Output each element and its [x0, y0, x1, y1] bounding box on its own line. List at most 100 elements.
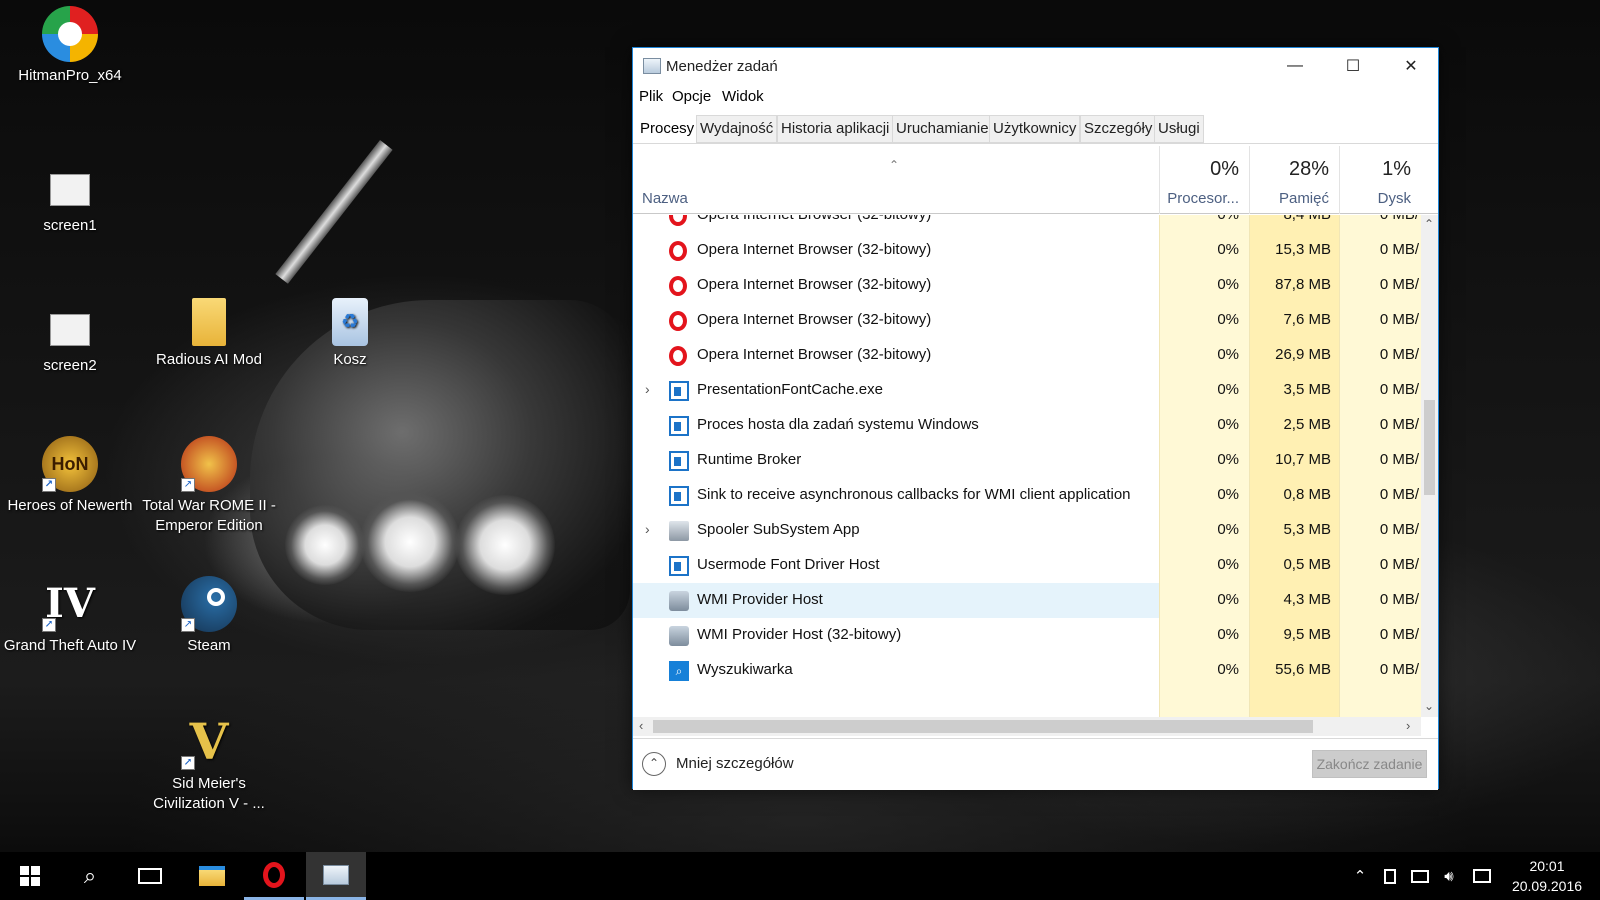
- column-disk-header[interactable]: 1% Dysk: [1339, 146, 1421, 214]
- disk-column-label: Dysk: [1377, 190, 1411, 207]
- less-details-link[interactable]: Mniej szczegółów: [676, 755, 794, 772]
- show-hidden-icons-button[interactable]: ⌃: [1348, 852, 1372, 900]
- desktop-icon-label: Heroes of Newerth: [7, 497, 133, 514]
- desktop-icon-hitmanpro[interactable]: HitmanPro_x64: [2, 6, 138, 86]
- process-row[interactable]: Usermode Font Driver Host 0% 0,5 MB 0 MB/: [633, 548, 1421, 583]
- process-name: Opera Internet Browser (32-bitowy): [697, 311, 932, 328]
- scroll-up-arrow-icon[interactable]: ⌃: [1424, 217, 1434, 231]
- column-name-header[interactable]: Nazwa: [642, 190, 688, 207]
- printer-icon: [669, 521, 689, 541]
- task-manager-taskbar-button[interactable]: [306, 852, 366, 900]
- process-row[interactable]: Proces hosta dla zadań systemu Windows 0%…: [633, 408, 1421, 443]
- process-row[interactable]: Opera Internet Browser (32-bitowy) 0% 87,8…: [633, 268, 1421, 303]
- desktop-icon-kosz[interactable]: ♻ Kosz: [282, 296, 418, 370]
- process-row[interactable]: WMI Provider Host 0% 4,3 MB 0 MB/: [633, 583, 1421, 618]
- process-row[interactable]: ⌕ Wyszukiwarka 0% 55,6 MB 0 MB/: [633, 653, 1421, 688]
- vertical-scrollbar[interactable]: ⌃ ⌄: [1421, 215, 1438, 717]
- tablet-mode-tray-button[interactable]: [1378, 852, 1402, 900]
- clock-date: 20.09.2016: [1511, 878, 1583, 894]
- collapse-chevron-icon[interactable]: ⌃: [642, 752, 666, 776]
- process-row[interactable]: Opera Internet Browser (32-bitowy) 0% 15,3…: [633, 233, 1421, 268]
- recycle-bin-icon: ♻: [332, 298, 368, 346]
- desktop-icon-heroes-of-newerth[interactable]: HoN ↗ Heroes of Newerth: [2, 436, 138, 516]
- column-cpu-header[interactable]: 0% Procesor...: [1159, 146, 1249, 214]
- process-memory-value: 26,9 MB: [1275, 346, 1331, 363]
- action-center-button[interactable]: [1468, 852, 1496, 900]
- horizontal-scroll-thumb[interactable]: [653, 720, 1313, 733]
- footer-bar: ⌃ Mniej szczegółów Zakończ zadanie: [633, 738, 1438, 790]
- process-row[interactable]: WMI Provider Host (32-bitowy) 0% 9,5 MB 0 M…: [633, 618, 1421, 653]
- process-row[interactable]: Runtime Broker 0% 10,7 MB 0 MB/: [633, 443, 1421, 478]
- process-name: Opera Internet Browser (32-bitowy): [697, 346, 932, 363]
- minimize-button[interactable]: —: [1266, 48, 1324, 84]
- desktop-icon-steam[interactable]: ↗ Steam: [141, 576, 277, 656]
- start-button[interactable]: [0, 852, 60, 900]
- process-row[interactable]: Opera Internet Browser (32-bitowy) 0% 26,9…: [633, 338, 1421, 373]
- tab-uslugi[interactable]: Usługi: [1154, 115, 1204, 143]
- process-cpu-value: 0%: [1217, 276, 1239, 293]
- process-disk-value: 0 MB/: [1379, 451, 1419, 468]
- horizontal-scrollbar[interactable]: ‹ ›: [633, 717, 1421, 736]
- scroll-left-arrow-icon[interactable]: ‹: [639, 718, 643, 733]
- task-manager-icon: [323, 864, 349, 885]
- menu-widok[interactable]: Widok: [722, 88, 764, 105]
- end-task-button[interactable]: Zakończ zadanie: [1312, 750, 1427, 778]
- menu-plik[interactable]: Plik: [639, 88, 663, 105]
- task-manager-window: Menedżer zadań — ☐ ✕ Plik Opcje Widok Pr…: [632, 47, 1439, 790]
- desktop-icon-label: Kosz: [333, 351, 367, 368]
- process-cpu-value: 0%: [1217, 381, 1239, 398]
- menu-opcje[interactable]: Opcje: [672, 88, 711, 105]
- network-tray-button[interactable]: [1406, 852, 1434, 900]
- opera-icon: [669, 215, 687, 226]
- tab-uzytkownicy[interactable]: Użytkownicy: [989, 115, 1081, 143]
- process-memory-value: 0,8 MB: [1283, 486, 1331, 503]
- scroll-down-arrow-icon[interactable]: ⌄: [1424, 699, 1434, 713]
- process-row[interactable]: Opera Internet Browser (32-bitowy) 0% 7,6 …: [633, 303, 1421, 338]
- process-memory-value: 4,3 MB: [1283, 591, 1331, 608]
- tab-historia-aplikacji[interactable]: Historia aplikacji: [777, 115, 894, 143]
- process-row[interactable]: › Spooler SubSystem App 0% 5,3 MB 0 MB/: [633, 513, 1421, 548]
- file-explorer-button[interactable]: [182, 852, 242, 900]
- image-file-icon: [50, 174, 90, 206]
- close-button[interactable]: ✕: [1382, 48, 1440, 84]
- process-memory-value: 8,4 MB: [1283, 215, 1331, 223]
- opera-taskbar-button[interactable]: [244, 852, 304, 900]
- taskbar-clock[interactable]: 20:01 20.09.2016: [1505, 856, 1589, 896]
- maximize-button[interactable]: ☐: [1324, 48, 1382, 84]
- column-memory-header[interactable]: 28% Pamięć: [1249, 146, 1339, 214]
- desktop-icon-total-war-rome-ii[interactable]: ↗ Total War ROME II - Emperor Edition: [141, 436, 277, 536]
- vertical-scroll-thumb[interactable]: [1424, 400, 1435, 495]
- gta4-game-icon: IV ↗: [42, 576, 98, 632]
- process-cpu-value: 0%: [1217, 591, 1239, 608]
- desktop-icon-radious-ai-mod[interactable]: Radious AI Mod: [141, 296, 277, 370]
- civ5-game-icon: V ↗: [181, 714, 237, 770]
- process-cpu-value: 0%: [1217, 661, 1239, 678]
- opera-icon: [669, 276, 687, 296]
- tab-wydajnosc[interactable]: Wydajność: [696, 115, 778, 143]
- search-button[interactable]: ⌕: [60, 852, 120, 900]
- process-row[interactable]: Opera Internet Browser (32-bitowy) 0% 8,4 …: [633, 215, 1421, 233]
- tab-procesy[interactable]: Procesy: [636, 115, 699, 143]
- desktop-icon-screen2[interactable]: screen2: [2, 306, 138, 376]
- process-name: Spooler SubSystem App: [697, 521, 860, 538]
- tab-uruchamianie[interactable]: Uruchamianie: [892, 115, 993, 143]
- tab-szczegoly[interactable]: Szczegóły: [1080, 115, 1157, 143]
- process-name: PresentationFontCache.exe: [697, 381, 883, 398]
- expand-chevron-icon[interactable]: ›: [645, 521, 650, 537]
- desktop-icon-civilization-v[interactable]: V ↗ Sid Meier's Civilization V - ...: [141, 714, 277, 814]
- process-cpu-value: 0%: [1217, 521, 1239, 538]
- process-cpu-value: 0%: [1217, 486, 1239, 503]
- process-row[interactable]: › PresentationFontCache.exe 0% 3,5 MB 0 MB/: [633, 373, 1421, 408]
- volume-tray-button[interactable]: 🔊︎: [1437, 852, 1461, 900]
- process-name: WMI Provider Host (32-bitowy): [697, 626, 902, 643]
- tablet-icon: [1384, 868, 1396, 884]
- process-row[interactable]: Sink to receive asynchronous callbacks f…: [633, 478, 1421, 513]
- scroll-right-arrow-icon[interactable]: ›: [1406, 718, 1410, 733]
- desktop-icon-gta-iv[interactable]: IV ↗ Grand Theft Auto IV: [2, 576, 138, 656]
- expand-chevron-icon[interactable]: ›: [645, 381, 650, 397]
- task-view-button[interactable]: [120, 852, 180, 900]
- process-memory-value: 55,6 MB: [1275, 661, 1331, 678]
- process-name: Opera Internet Browser (32-bitowy): [697, 276, 932, 293]
- title-bar[interactable]: Menedżer zadań — ☐ ✕: [633, 48, 1438, 84]
- desktop-icon-screen1[interactable]: screen1: [2, 166, 138, 236]
